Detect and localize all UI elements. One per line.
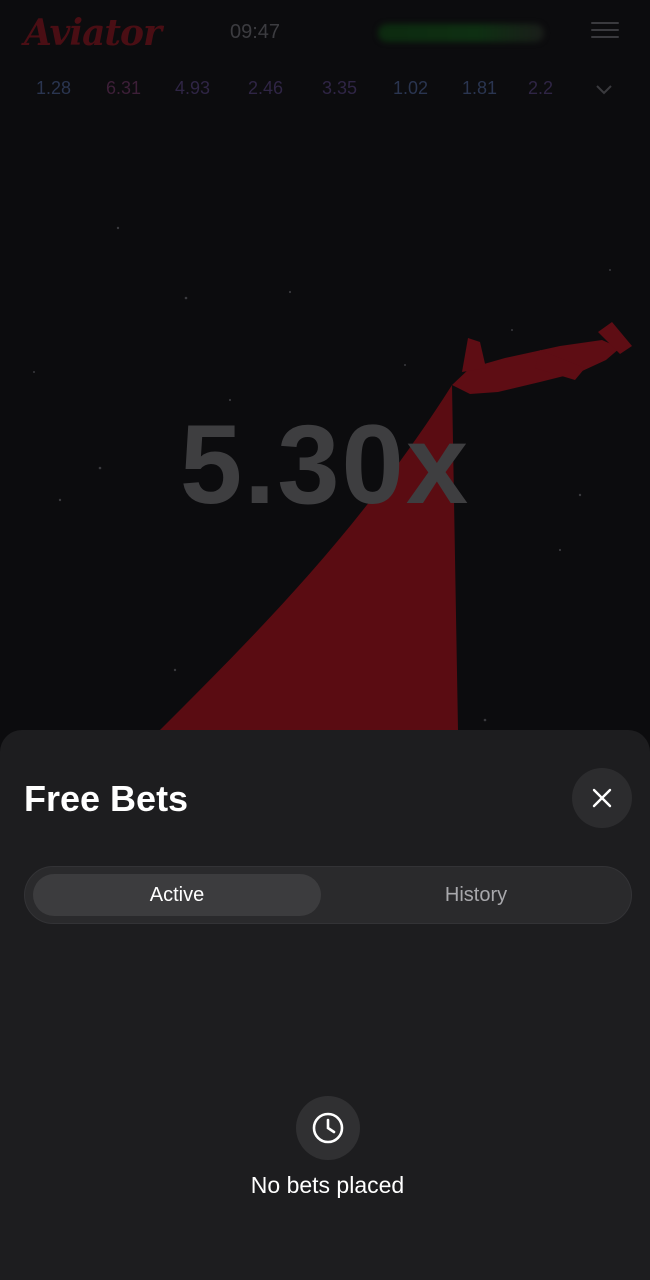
history-multiplier: 1.02 (393, 78, 429, 98)
history-multiplier: 6.31 (106, 78, 142, 98)
chevron-down-icon[interactable] (594, 82, 614, 98)
plane-icon (452, 322, 632, 394)
history-multiplier: 4.93 (175, 78, 211, 98)
close-icon (592, 788, 612, 808)
history-multiplier: 2.2 (528, 78, 554, 98)
history-multiplier: 3.35 (322, 78, 358, 98)
menu-icon-bar (591, 29, 619, 31)
history-multiplier: 1.81 (462, 78, 498, 98)
history-multiplier: 1.28 (36, 78, 72, 98)
bets-tab-switch: Active History (24, 866, 632, 924)
menu-icon-bar (591, 36, 619, 38)
clock-time: 09:47 (230, 21, 281, 43)
current-multiplier: 5.30x (179, 402, 471, 527)
empty-state-message: No bets placed (250, 1172, 405, 1198)
menu-icon-bar (591, 22, 619, 24)
balance-display (378, 24, 544, 42)
close-button[interactable] (572, 768, 632, 828)
tab-active[interactable]: Active (33, 874, 321, 916)
sheet-title: Free Bets (24, 778, 189, 819)
tab-history[interactable]: History (327, 874, 625, 916)
top-bar: Aviator 09:47 (0, 0, 650, 64)
menu-button[interactable] (591, 22, 619, 44)
free-bets-sheet: Free Bets Active History No bets placed (0, 730, 650, 1280)
empty-state-icon-badge (296, 1096, 360, 1160)
history-multiplier: 2.46 (248, 78, 284, 98)
multiplier-history: 1.28 6.31 4.93 2.46 3.35 1.02 1.81 2.2 (0, 78, 650, 106)
aviator-game-screen: Aviator 09:47 1.28 6.31 4.93 2.46 3.35 1… (0, 0, 650, 1280)
aviator-logo: Aviator (24, 12, 162, 54)
clock-icon (312, 1112, 344, 1144)
